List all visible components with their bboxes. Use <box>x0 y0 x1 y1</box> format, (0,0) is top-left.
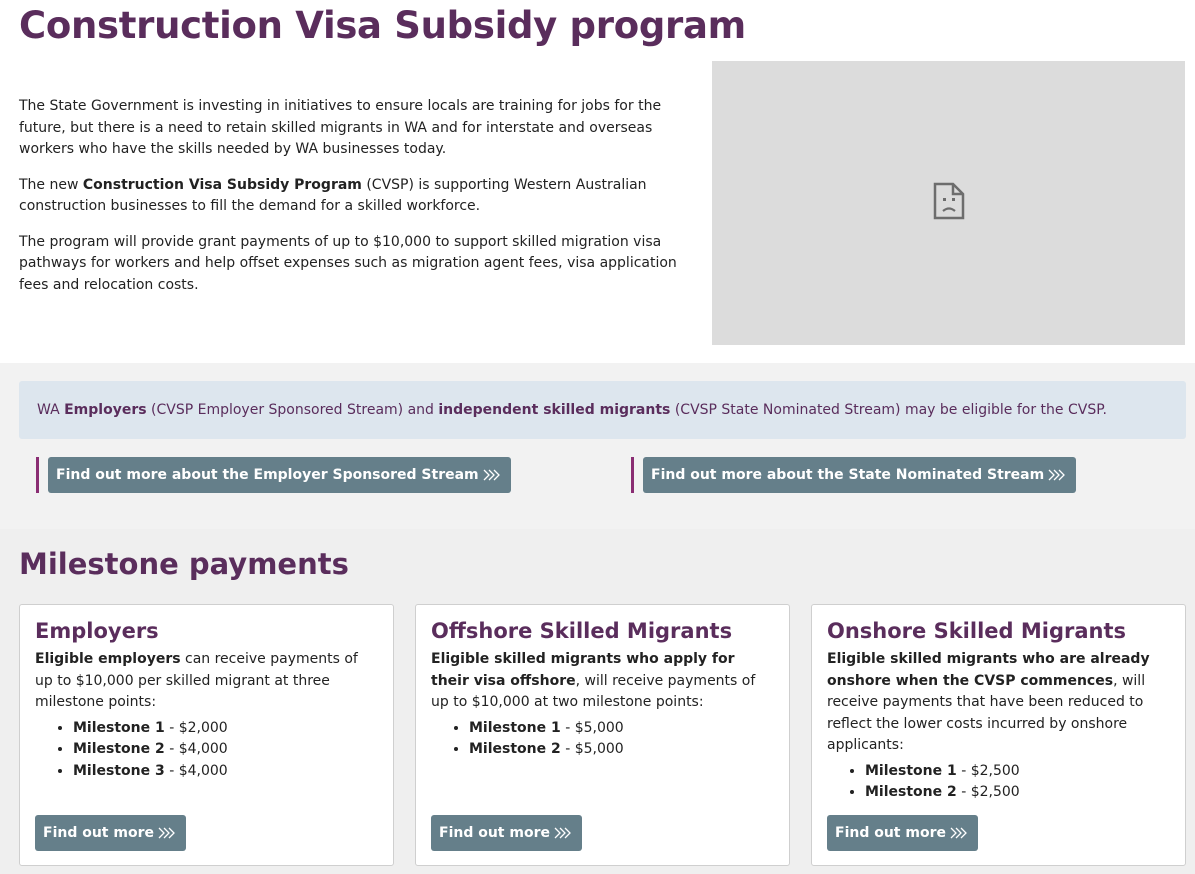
find-out-more-button[interactable]: Find out more <box>35 815 186 851</box>
banner-migrants: independent skilled migrants <box>438 402 671 418</box>
list-item: Milestone 3 - $4,000 <box>73 761 378 783</box>
intro-paragraph-1: The State Government is investing in ini… <box>19 98 662 157</box>
card-employers: Employers Eligible employers can receive… <box>19 604 394 866</box>
button-label: Find out more <box>43 825 154 841</box>
chevron-right-icon <box>1048 469 1068 481</box>
broken-document-icon <box>933 182 965 224</box>
intro-p2-prefix: The new <box>19 176 83 193</box>
banner-part-3: (CVSP State Nominated Stream) may be eli… <box>670 402 1107 418</box>
card-title: Onshore Skilled Migrants <box>827 619 1127 643</box>
state-stream-cta: Find out more about the State Nominated … <box>631 457 1077 493</box>
banner-text: WA Employers (CVSP Employer Sponsored St… <box>37 402 1107 418</box>
milestones-section: Milestone payments Employers Eligible em… <box>0 529 1195 874</box>
milestone-value: - $2,500 <box>956 762 1020 779</box>
milestone-label: Milestone 1 <box>865 762 957 779</box>
page-title: Construction Visa Subsidy program <box>19 4 746 47</box>
milestone-list: Milestone 1 - $5,000 Milestone 2 - $5,00… <box>431 718 774 761</box>
intro-paragraph-2: The new Construction Visa Subsidy Progra… <box>19 175 689 218</box>
video-placeholder[interactable] <box>712 61 1185 345</box>
banner-part-2: (CVSP Employer Sponsored Stream) and <box>146 402 439 418</box>
milestone-label: Milestone 3 <box>73 762 165 779</box>
intro-paragraph-3: The program will provide grant payments … <box>19 233 677 293</box>
card-offshore-migrants: Offshore Skilled Migrants Eligible skill… <box>415 604 790 866</box>
milestone-label: Milestone 2 <box>865 784 957 800</box>
chevron-right-icon <box>554 827 574 839</box>
find-out-more-button[interactable]: Find out more <box>431 815 582 851</box>
milestone-value: - $4,000 <box>164 741 228 757</box>
card-title: Employers <box>35 619 159 643</box>
card-description: Eligible skilled migrants who apply for … <box>431 649 774 714</box>
stream-section: WA Employers (CVSP Employer Sponsored St… <box>0 363 1195 529</box>
list-item: Milestone 1 - $2,500 <box>865 761 1170 783</box>
employer-stream-cta: Find out more about the Employer Sponsor… <box>36 457 511 493</box>
milestone-value: - $2,000 <box>164 719 228 736</box>
chevron-right-icon <box>483 469 503 481</box>
milestone-label: Milestone 1 <box>469 719 561 736</box>
milestones-title: Milestone payments <box>19 547 349 581</box>
list-item: Milestone 1 - $5,000 <box>469 718 774 740</box>
card-title: Offshore Skilled Migrants <box>431 619 733 643</box>
milestone-list: Milestone 1 - $2,500 Milestone 2 - $2,50… <box>827 761 1170 804</box>
button-label: Find out more <box>835 825 946 841</box>
state-stream-button[interactable]: Find out more about the State Nominated … <box>643 457 1077 493</box>
milestone-value: - $5,000 <box>560 741 624 757</box>
intro-text: The State Government is investing in ini… <box>19 96 689 310</box>
employer-stream-label: Find out more about the Employer Sponsor… <box>56 467 479 483</box>
find-out-more-button[interactable]: Find out more <box>827 815 978 851</box>
banner-employers: Employers <box>64 402 147 418</box>
chevron-right-icon <box>950 827 970 839</box>
card-description: Eligible skilled migrants who are alread… <box>827 649 1170 757</box>
milestone-label: Milestone 1 <box>73 719 165 736</box>
milestone-label: Milestone 2 <box>469 741 561 757</box>
card-desc-bold: Eligible employers <box>35 651 181 667</box>
list-item: Milestone 2 - $5,000 <box>469 739 774 761</box>
chevron-right-icon <box>158 827 178 839</box>
milestone-value: - $2,500 <box>956 784 1020 800</box>
banner-part-1: WA <box>37 402 65 418</box>
employer-stream-button[interactable]: Find out more about the Employer Sponsor… <box>48 457 511 493</box>
milestone-label: Milestone 2 <box>73 741 165 757</box>
state-stream-label: Find out more about the State Nominated … <box>651 467 1045 483</box>
list-item: Milestone 1 - $2,000 <box>73 718 378 740</box>
eligibility-banner: WA Employers (CVSP Employer Sponsored St… <box>19 381 1186 439</box>
card-onshore-migrants: Onshore Skilled Migrants Eligible skille… <box>811 604 1186 866</box>
milestone-value: - $5,000 <box>560 719 624 736</box>
card-description: Eligible employers can receive payments … <box>35 649 378 714</box>
button-label: Find out more <box>439 825 550 841</box>
milestone-value: - $4,000 <box>164 762 228 779</box>
list-item: Milestone 2 - $2,500 <box>865 782 1170 804</box>
list-item: Milestone 2 - $4,000 <box>73 739 378 761</box>
intro-p2-program-name: Construction Visa Subsidy Program <box>82 176 362 193</box>
milestone-list: Milestone 1 - $2,000 Milestone 2 - $4,00… <box>35 718 378 783</box>
card-desc-bold: Eligible skilled migrants who are alread… <box>827 651 1150 689</box>
